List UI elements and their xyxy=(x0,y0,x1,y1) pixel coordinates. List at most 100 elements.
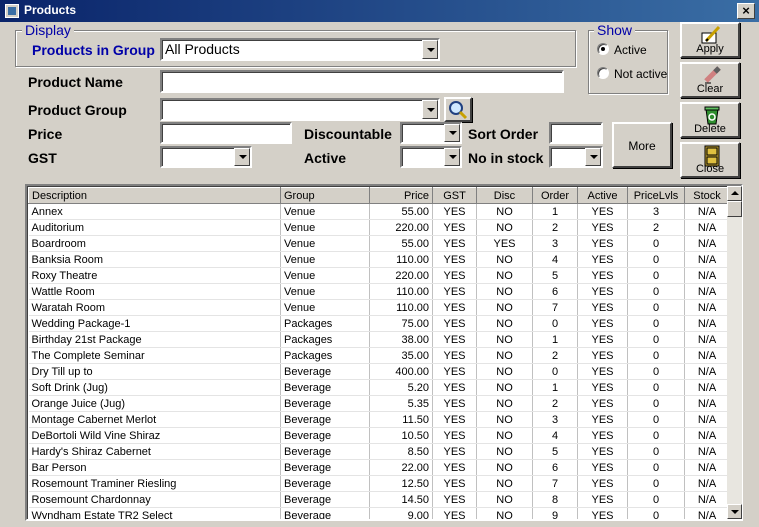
table-row[interactable]: Wedding Package-1 Packages 75.00 YES NO 0 YES 0… xyxy=(28,315,730,332)
cell-stock: N/A xyxy=(684,347,730,364)
cell-disc: NO xyxy=(476,347,533,364)
cell-disc: NO xyxy=(476,331,533,348)
window-close-button[interactable]: × xyxy=(737,3,755,19)
cell-pricelvls: 0 xyxy=(627,331,685,348)
chevron-down-icon[interactable] xyxy=(422,100,438,119)
table-row[interactable]: Orange Juice (Jug) Beverage 5.35 YES NO 2 YES 0… xyxy=(28,395,730,412)
chevron-down-icon[interactable] xyxy=(585,148,601,166)
table-row[interactable]: Birthday 21st Package Packages 38.00 YES NO 1… xyxy=(28,331,730,348)
cell-stock: N/A xyxy=(684,411,730,428)
clear-button[interactable]: Clear xyxy=(680,62,740,98)
table-row[interactable]: Annex Venue 55.00 YES NO 1 YES 3 N/A xyxy=(28,203,730,220)
cell-price: 22.00 xyxy=(369,459,433,476)
no-in-stock-label: No in stock xyxy=(468,150,544,166)
discountable-select[interactable] xyxy=(400,122,462,144)
table-row[interactable]: Bar Person Beverage 22.00 YES NO 6 YES 0 N/A xyxy=(28,459,730,476)
products-grid[interactable]: Description Group Price GST Disc Order A… xyxy=(25,184,743,521)
table-row[interactable]: Wyndham Estate TR2 Select Beverage 9.00 YES… xyxy=(28,507,730,519)
price-input[interactable] xyxy=(160,122,292,144)
cell-gst: YES xyxy=(432,235,477,252)
product-group-search-button[interactable] xyxy=(444,97,472,122)
table-row[interactable]: Dry Till up to Beverage 400.00 YES NO 0 YES 0 N/… xyxy=(28,363,730,380)
table-row[interactable]: Roxy Theatre Venue 220.00 YES NO 5 YES 0 N/A xyxy=(28,267,730,284)
col-header-stock[interactable]: Stock xyxy=(684,187,730,204)
active-select[interactable] xyxy=(400,146,462,168)
sort-order-input[interactable] xyxy=(549,122,603,144)
cell-pricelvls: 0 xyxy=(627,443,685,460)
cell-disc: NO xyxy=(476,299,533,316)
cell-disc: NO xyxy=(476,395,533,412)
cell-group: Beverage xyxy=(280,427,370,444)
show-active-label[interactable]: Active xyxy=(614,43,647,57)
col-header-description[interactable]: Description xyxy=(28,187,281,204)
cell-pricelvls: 0 xyxy=(627,411,685,428)
cell-stock: N/A xyxy=(684,379,730,396)
cell-price: 110.00 xyxy=(369,299,433,316)
show-not-active-label[interactable]: Not active xyxy=(614,67,667,81)
close-button[interactable]: Close xyxy=(680,142,740,178)
cell-gst: YES xyxy=(432,283,477,300)
cell-price: 400.00 xyxy=(369,363,433,380)
grid-scrollbar[interactable] xyxy=(727,186,742,519)
more-button[interactable]: More xyxy=(612,122,672,168)
table-row[interactable]: Banksia Room Venue 110.00 YES NO 4 YES 0 N/A xyxy=(28,251,730,268)
table-row[interactable]: Wattle Room Venue 110.00 YES NO 6 YES 0 N/A xyxy=(28,283,730,300)
title-bar[interactable] xyxy=(0,0,759,22)
table-row[interactable]: Rosemount Traminer Riesling Beverage 12.50… xyxy=(28,475,730,492)
col-header-pricelvls[interactable]: PriceLvls xyxy=(627,187,685,204)
cell-order: 2 xyxy=(532,219,578,236)
eraser-icon xyxy=(704,66,721,84)
cell-gst: YES xyxy=(432,331,477,348)
cell-group: Packages xyxy=(280,315,370,332)
show-not-active-radio[interactable] xyxy=(597,67,609,79)
products-in-group-select[interactable]: All Products xyxy=(160,38,440,61)
cell-order: 0 xyxy=(532,363,578,380)
cell-price: 38.00 xyxy=(369,331,433,348)
no-in-stock-select[interactable] xyxy=(549,146,603,168)
product-name-input[interactable] xyxy=(160,70,564,93)
cell-gst: YES xyxy=(432,379,477,396)
cell-active: YES xyxy=(577,347,628,364)
product-name-label: Product Name xyxy=(28,74,123,90)
table-row[interactable]: DeBortoli Wild Vine Shiraz Beverage 10.50 Y… xyxy=(28,427,730,444)
chevron-down-icon[interactable] xyxy=(234,148,250,166)
col-header-group[interactable]: Group xyxy=(280,187,370,204)
chevron-down-icon[interactable] xyxy=(444,124,460,142)
cell-order: 8 xyxy=(532,491,578,508)
cell-price: 8.50 xyxy=(369,443,433,460)
show-active-radio[interactable] xyxy=(597,43,609,55)
cell-description: Rosemount Chardonnay xyxy=(28,491,281,508)
cell-stock: N/A xyxy=(684,315,730,332)
chevron-down-icon[interactable] xyxy=(444,148,460,166)
cell-pricelvls: 0 xyxy=(627,235,685,252)
sort-order-label: Sort Order xyxy=(468,126,539,142)
cell-price: 55.00 xyxy=(369,203,433,220)
delete-button[interactable]: Delete xyxy=(680,102,740,138)
scroll-thumb[interactable] xyxy=(727,201,742,217)
cell-stock: N/A xyxy=(684,443,730,460)
col-header-order[interactable]: Order xyxy=(532,187,578,204)
col-header-active[interactable]: Active xyxy=(577,187,628,204)
table-row[interactable]: The Complete Seminar Packages 35.00 YES NO 2 Y… xyxy=(28,347,730,364)
gst-select[interactable] xyxy=(160,146,252,168)
col-header-gst[interactable]: GST xyxy=(432,187,477,204)
apply-button[interactable]: Apply xyxy=(680,22,740,58)
cell-gst: YES xyxy=(432,363,477,380)
table-row[interactable]: Waratah Room Venue 110.00 YES NO 7 YES 0 N/A xyxy=(28,299,730,316)
col-header-price[interactable]: Price xyxy=(369,187,433,204)
chevron-down-icon[interactable] xyxy=(422,40,438,59)
table-row[interactable]: Soft Drink (Jug) Beverage 5.20 YES NO 1 YES 0 N/… xyxy=(28,379,730,396)
product-group-select[interactable] xyxy=(160,98,440,121)
table-row[interactable]: Hardy's Shiraz Cabernet Beverage 8.50 YES NO… xyxy=(28,443,730,460)
clear-label: Clear xyxy=(696,83,724,95)
table-row[interactable]: Auditorium Venue 220.00 YES NO 2 YES 2 N/A xyxy=(28,219,730,236)
cell-group: Venue xyxy=(280,251,370,268)
scroll-up-icon[interactable] xyxy=(727,186,742,201)
scroll-down-icon[interactable] xyxy=(727,504,742,519)
cell-disc: YES xyxy=(476,235,533,252)
col-header-disc[interactable]: Disc xyxy=(476,187,533,204)
table-row[interactable]: Montage Cabernet Merlot Beverage 11.50 YES N… xyxy=(28,411,730,428)
table-row[interactable]: Rosemount Chardonnay Beverage 14.50 YES NO 8 Y… xyxy=(28,491,730,508)
table-row[interactable]: Boardroom Venue 55.00 YES YES 3 YES 0 N/A xyxy=(28,235,730,252)
cell-stock: N/A xyxy=(684,395,730,412)
